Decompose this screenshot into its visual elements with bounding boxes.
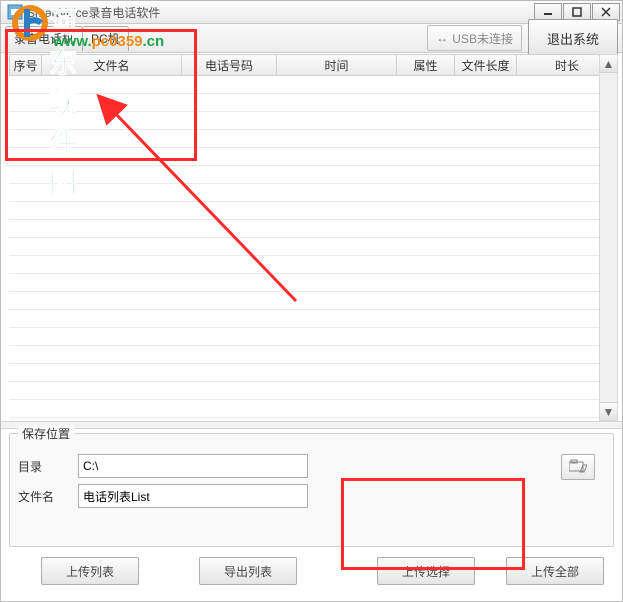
app-window: SmartVoice录音电话软件 录音电话机 PC机 ↔ USB未连接 退出系统… bbox=[0, 0, 623, 602]
tab-pc[interactable]: PC机 bbox=[82, 26, 129, 51]
table-row bbox=[9, 381, 618, 400]
table-row bbox=[9, 183, 618, 202]
col-time[interactable]: 时间 bbox=[277, 55, 397, 75]
splitter[interactable] bbox=[1, 421, 622, 429]
dir-label: 目录 bbox=[18, 458, 78, 475]
col-attr[interactable]: 属性 bbox=[397, 55, 455, 75]
col-phone[interactable]: 电话号码 bbox=[182, 55, 277, 75]
upload-selected-button[interactable]: 上传选择 bbox=[377, 557, 475, 585]
app-icon bbox=[7, 4, 23, 20]
upload-all-button[interactable]: 上传全部 bbox=[506, 557, 604, 585]
table-row bbox=[9, 201, 618, 220]
upload-list-button[interactable]: 上传列表 bbox=[41, 557, 139, 585]
table-row bbox=[9, 129, 618, 148]
tab-recorder[interactable]: 录音电话机 bbox=[5, 26, 83, 51]
scroll-up-icon[interactable]: ▲ bbox=[600, 55, 617, 73]
table-header: 序号 文件名 电话号码 时间 属性 文件长度 时长 bbox=[9, 54, 618, 76]
bottom-panel: 保存位置 目录 文件名 上传列表 导出列表 上传选择 上传全部 bbox=[1, 421, 622, 601]
export-list-button[interactable]: 导出列表 bbox=[199, 557, 297, 585]
group-legend: 保存位置 bbox=[18, 425, 74, 442]
table-row bbox=[9, 399, 618, 418]
usb-status: ↔ USB未连接 bbox=[427, 25, 522, 51]
toolbar: 录音电话机 PC机 ↔ USB未连接 退出系统 bbox=[1, 24, 622, 53]
table-row bbox=[9, 147, 618, 166]
vertical-scrollbar[interactable]: ▲ ▼ bbox=[599, 54, 618, 421]
table-row bbox=[9, 237, 618, 256]
table-row bbox=[9, 255, 618, 274]
table-row bbox=[9, 327, 618, 346]
filename-input[interactable] bbox=[78, 484, 308, 508]
filename-label: 文件名 bbox=[18, 488, 78, 505]
col-filename[interactable]: 文件名 bbox=[42, 55, 182, 75]
table-row bbox=[9, 93, 618, 112]
table-row bbox=[9, 363, 618, 382]
window-title: SmartVoice录音电话软件 bbox=[27, 4, 534, 21]
browse-button[interactable] bbox=[561, 454, 595, 480]
table-row bbox=[9, 111, 618, 130]
records-table: 序号 文件名 电话号码 时间 属性 文件长度 时长 bbox=[9, 54, 618, 421]
table-row bbox=[9, 219, 618, 238]
table-row bbox=[9, 273, 618, 292]
dir-input[interactable] bbox=[78, 454, 308, 478]
col-filesize[interactable]: 文件长度 bbox=[455, 55, 517, 75]
save-location-group: 保存位置 目录 文件名 bbox=[9, 433, 614, 547]
table-row bbox=[9, 165, 618, 184]
button-row: 上传列表 导出列表 上传选择 上传全部 bbox=[11, 557, 612, 585]
usb-arrow-icon: ↔ bbox=[436, 31, 448, 45]
table-row bbox=[9, 291, 618, 310]
exit-button[interactable]: 退出系统 bbox=[528, 19, 618, 57]
table-body[interactable] bbox=[9, 75, 618, 421]
browse-icon bbox=[569, 459, 587, 476]
table-row bbox=[9, 345, 618, 364]
table-row bbox=[9, 309, 618, 328]
scroll-down-icon[interactable]: ▼ bbox=[600, 402, 617, 420]
col-index[interactable]: 序号 bbox=[10, 55, 42, 75]
table-row bbox=[9, 75, 618, 94]
